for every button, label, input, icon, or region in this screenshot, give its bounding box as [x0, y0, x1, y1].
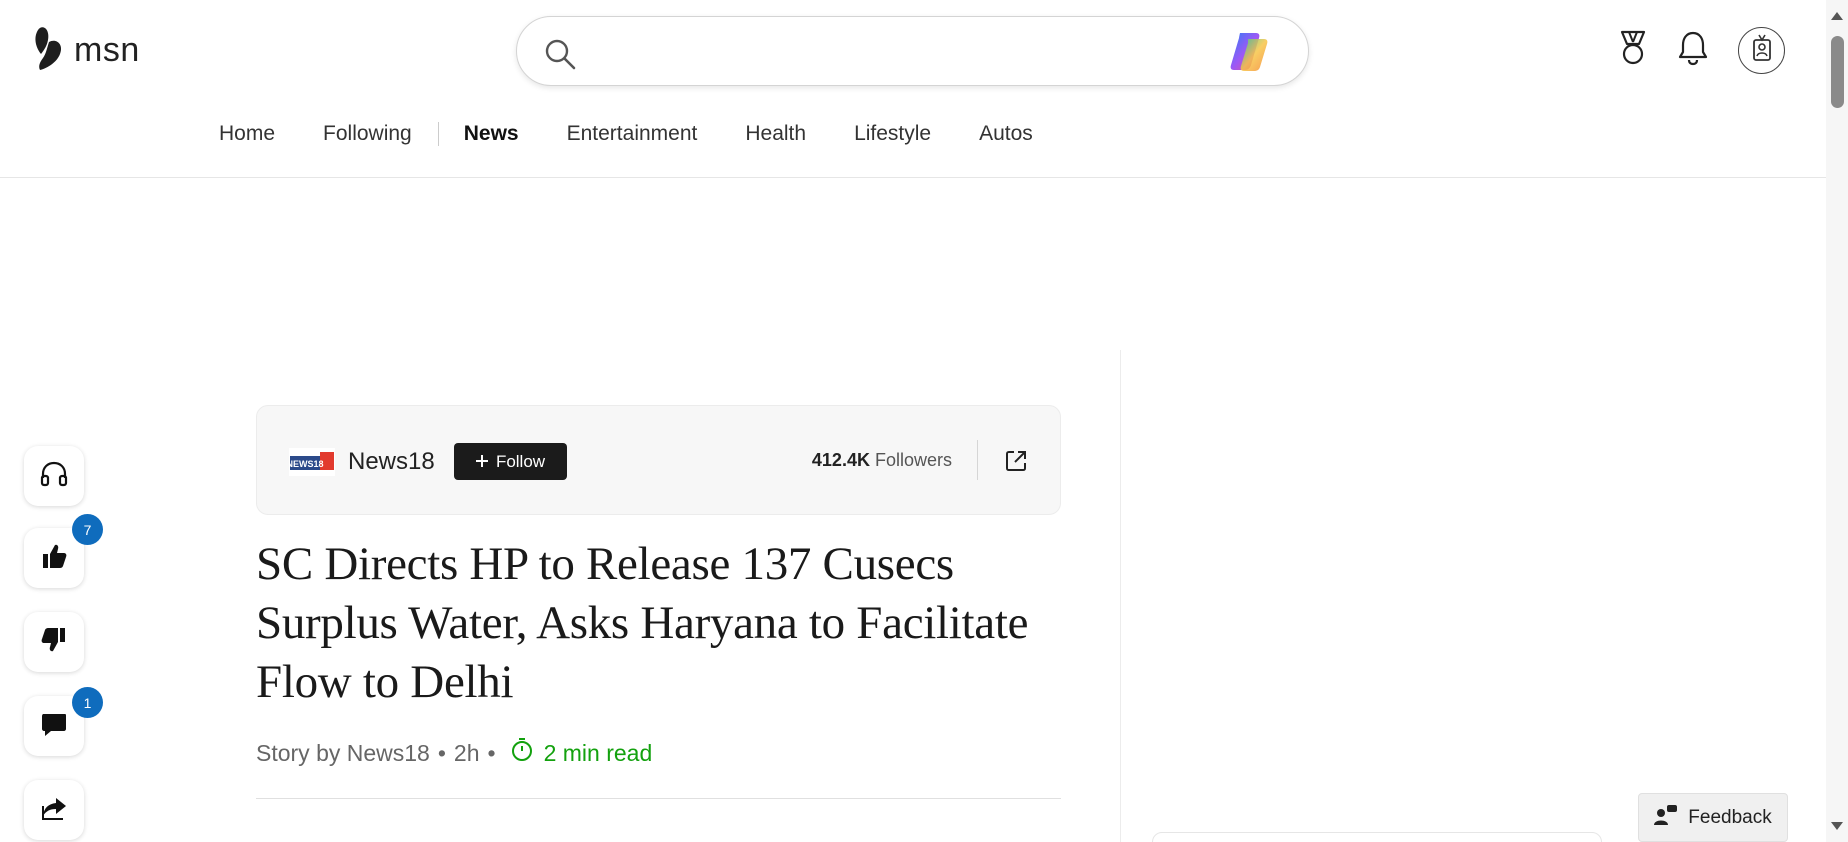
nav-item-health[interactable]: Health: [745, 122, 806, 146]
open-external-icon[interactable]: [999, 444, 1033, 478]
publisher-card-divider: [977, 440, 978, 480]
msn-logo[interactable]: msn: [32, 24, 140, 77]
copilot-icon[interactable]: [1226, 29, 1272, 80]
share-icon: [40, 794, 68, 827]
header-divider: [0, 177, 1826, 178]
followers-number: 412.4K: [811, 450, 870, 470]
byline-dot: •: [487, 739, 496, 766]
butterfly-icon: [32, 24, 68, 77]
feedback-button[interactable]: Feedback: [1638, 793, 1788, 842]
comment-icon: [40, 710, 68, 743]
logo-text: msn: [74, 31, 140, 69]
scroll-down-arrow-icon[interactable]: [1831, 822, 1843, 830]
headphones-icon: [39, 459, 69, 494]
nav-item-home[interactable]: Home: [219, 122, 275, 146]
nav-item-entertainment[interactable]: Entertainment: [567, 122, 698, 146]
nav-item-lifestyle[interactable]: Lifestyle: [854, 122, 931, 146]
feedback-icon: [1654, 804, 1678, 832]
publisher-card: NEWS18 News18 Follow 412.4K Followers: [256, 405, 1061, 515]
follow-label: Follow: [495, 451, 546, 471]
followers-count: 412.4K Followers: [812, 450, 952, 471]
byline-time: 2h: [453, 739, 480, 766]
nav-item-news[interactable]: News: [464, 122, 519, 146]
share-button[interactable]: [24, 780, 84, 840]
feedback-label: Feedback: [1688, 806, 1772, 828]
top-nav: Home Following News Entertainment Health…: [219, 122, 1081, 146]
comment-count-badge: 1: [72, 687, 103, 718]
right-rail-card: [1152, 832, 1602, 842]
like-count-badge: 7: [72, 514, 103, 545]
notifications-bell-icon[interactable]: [1677, 30, 1709, 66]
article-headline: SC Directs HP to Release 137 Cusecs Surp…: [256, 538, 1029, 708]
followers-label: Followers: [874, 450, 952, 470]
profile-avatar[interactable]: [1738, 27, 1785, 74]
profile-badge-icon: [1751, 34, 1773, 67]
listen-button[interactable]: [24, 446, 84, 506]
nav-item-autos[interactable]: Autos: [979, 122, 1033, 146]
plus-icon: [475, 452, 488, 472]
page-scrollbar[interactable]: [1826, 0, 1848, 842]
search-bar[interactable]: [516, 16, 1309, 86]
nav-item-following[interactable]: Following: [323, 122, 412, 146]
stopwatch-icon: [510, 737, 534, 769]
nav-divider: [437, 122, 439, 146]
byline-dot: •: [437, 739, 446, 766]
dislike-button[interactable]: [24, 612, 84, 672]
read-time-label: 2 min read: [543, 739, 653, 766]
search-icon[interactable]: [543, 37, 577, 76]
news18-logo[interactable]: NEWS18: [286, 448, 335, 481]
column-divider: [1120, 350, 1121, 842]
read-time: 2 min read: [510, 737, 653, 769]
follow-button[interactable]: Follow: [454, 443, 567, 480]
byline-divider: [256, 798, 1061, 799]
publisher-name[interactable]: News18: [348, 448, 435, 476]
rewards-medal-icon[interactable]: [1617, 30, 1649, 66]
byline-author[interactable]: Story by News18: [256, 740, 430, 767]
thumbs-up-icon: [40, 542, 68, 575]
news18-logo-text: NEWS18: [289, 459, 324, 469]
scroll-thumb[interactable]: [1831, 36, 1844, 108]
thumbs-down-icon: [40, 626, 68, 659]
scroll-up-arrow-icon[interactable]: [1831, 12, 1843, 20]
article-byline: Story by News18 • 2h • 2 min read: [256, 737, 652, 769]
search-input[interactable]: [597, 31, 1217, 71]
